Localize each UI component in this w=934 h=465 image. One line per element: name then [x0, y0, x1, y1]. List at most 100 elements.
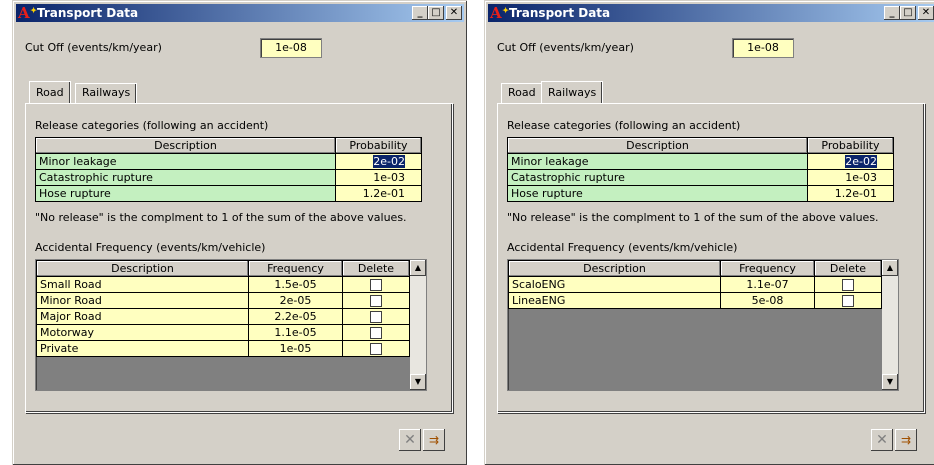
cutoff-label: Cut Off (events/km/year) — [497, 41, 634, 54]
frequency-cell[interactable]: 2e-05 — [248, 292, 343, 309]
delete-checkbox[interactable] — [842, 279, 854, 291]
vehicle-desc-cell[interactable]: Motorway — [36, 324, 249, 341]
delete-checkbox[interactable] — [370, 327, 382, 339]
vertical-scrollbar[interactable]: ▲ ▼ — [882, 260, 898, 390]
column-header-description[interactable]: Description — [35, 137, 336, 154]
title-bar[interactable]: A ✦ Transport Data _ □ ✕ — [16, 4, 464, 22]
minimize-icon[interactable]: _ — [884, 6, 900, 20]
scroll-up-icon[interactable]: ▲ — [410, 260, 426, 276]
selected-value[interactable]: 2e-02 — [845, 155, 877, 168]
column-header-frequency[interactable]: Frequency — [248, 260, 343, 277]
release-desc-cell[interactable]: Hose rupture — [507, 185, 808, 202]
table-row[interactable]: Minor leakage 2e-02 — [35, 153, 422, 170]
scroll-up-icon[interactable]: ▲ — [882, 260, 898, 276]
release-desc-cell[interactable]: Minor leakage — [35, 153, 336, 170]
close-icon[interactable]: ✕ — [446, 6, 462, 20]
table-row[interactable]: Minor leakage 2e-02 — [507, 153, 894, 170]
close-icon[interactable]: ✕ — [918, 6, 934, 20]
tab-road[interactable]: Road — [29, 81, 71, 103]
release-prob-cell[interactable]: 1e-03 — [807, 169, 894, 186]
frequency-cell[interactable]: 1.1e-07 — [720, 276, 815, 293]
frequency-cell[interactable]: 1e-05 — [248, 340, 343, 357]
table-row[interactable]: Motorway 1.1e-05 — [36, 324, 410, 341]
frequency-cell[interactable]: 1.5e-05 — [248, 276, 343, 293]
table-row[interactable]: Hose rupture 1.2e-01 — [35, 185, 422, 202]
delete-checkbox[interactable] — [370, 311, 382, 323]
column-header-delete[interactable]: Delete — [342, 260, 410, 277]
column-header-description[interactable]: Description — [508, 260, 721, 277]
tab-railways[interactable]: Railways — [75, 83, 138, 103]
release-desc-cell[interactable]: Catastrophic rupture — [507, 169, 808, 186]
table-row[interactable]: Hose rupture 1.2e-01 — [507, 185, 894, 202]
table-row[interactable]: Small Road 1.5e-05 — [36, 276, 410, 293]
column-header-description[interactable]: Description — [36, 260, 249, 277]
table-row[interactable]: Major Road 2.2e-05 — [36, 308, 410, 325]
frequency-cell[interactable]: 1.1e-05 — [248, 324, 343, 341]
column-header-probability[interactable]: Probability — [335, 137, 422, 154]
table-row[interactable]: Catastrophic rupture 1e-03 — [35, 169, 422, 186]
release-categories-label: Release categories (following an acciden… — [507, 119, 741, 132]
release-prob-cell[interactable]: 2e-02 — [335, 153, 422, 170]
cancel-button[interactable]: ✕ — [399, 429, 421, 451]
vehicle-desc-cell[interactable]: Private — [36, 340, 249, 357]
release-prob-cell[interactable]: 1.2e-01 — [807, 185, 894, 202]
column-header-probability[interactable]: Probability — [807, 137, 894, 154]
cutoff-label: Cut Off (events/km/year) — [25, 41, 162, 54]
release-prob-cell[interactable]: 2e-02 — [807, 153, 894, 170]
minimize-icon[interactable]: _ — [412, 6, 428, 20]
delete-cell — [342, 324, 410, 341]
maximize-icon[interactable]: □ — [900, 6, 916, 20]
delete-checkbox[interactable] — [370, 343, 382, 355]
release-prob-cell[interactable]: 1.2e-01 — [335, 185, 422, 202]
column-header-delete[interactable]: Delete — [814, 260, 882, 277]
table-row[interactable]: ScaloENG 1.1e-07 — [508, 276, 882, 293]
app-logo-icon: A ✦ — [490, 4, 509, 22]
release-prob-cell[interactable]: 1e-03 — [335, 169, 422, 186]
release-desc-cell[interactable]: Catastrophic rupture — [35, 169, 336, 186]
scroll-down-icon[interactable]: ▼ — [410, 374, 426, 390]
column-header-frequency[interactable]: Frequency — [720, 260, 815, 277]
table-row[interactable]: Catastrophic rupture 1e-03 — [507, 169, 894, 186]
frequency-cell[interactable]: 5e-08 — [720, 292, 815, 309]
maximize-icon[interactable]: □ — [428, 6, 444, 20]
delete-cell — [342, 340, 410, 357]
transport-data-window-road: A ✦ Transport Data _ □ ✕ Cut Off (events/… — [12, 0, 467, 465]
tab-road[interactable]: Road — [501, 83, 543, 103]
table-row[interactable]: Minor Road 2e-05 — [36, 292, 410, 309]
vehicle-desc-cell[interactable]: LineaENG — [508, 292, 721, 309]
delete-checkbox[interactable] — [370, 295, 382, 307]
apply-arrow-icon: ⇉ — [900, 433, 912, 447]
delete-checkbox[interactable] — [370, 279, 382, 291]
scroll-down-icon[interactable]: ▼ — [882, 374, 898, 390]
cutoff-input[interactable]: 1e-08 — [260, 38, 322, 58]
table-row[interactable]: Private 1e-05 — [36, 340, 410, 357]
cancel-button[interactable]: ✕ — [871, 429, 893, 451]
delete-cell — [342, 308, 410, 325]
transport-data-window-railways: A ✦ Transport Data _ □ ✕ Cut Off (events/… — [484, 0, 934, 465]
vehicle-desc-cell[interactable]: Major Road — [36, 308, 249, 325]
vehicle-desc-cell[interactable]: ScaloENG — [508, 276, 721, 293]
cutoff-input[interactable]: 1e-08 — [732, 38, 794, 58]
title-bar[interactable]: A ✦ Transport Data _ □ ✕ — [488, 4, 934, 22]
delete-cell — [814, 292, 882, 309]
frequency-cell[interactable]: 2.2e-05 — [248, 308, 343, 325]
no-release-note: "No release" is the complment to 1 of th… — [35, 211, 407, 224]
release-desc-cell[interactable]: Hose rupture — [35, 185, 336, 202]
vehicle-desc-cell[interactable]: Small Road — [36, 276, 249, 293]
release-table: Description Probability Minor leakage 2e… — [35, 137, 422, 202]
accidental-frequency-grid: Description Frequency Delete Small Road … — [35, 259, 427, 391]
delete-cell — [814, 276, 882, 293]
table-row[interactable]: LineaENG 5e-08 — [508, 292, 882, 309]
delete-checkbox[interactable] — [842, 295, 854, 307]
apply-button[interactable]: ⇉ — [423, 429, 445, 451]
vehicle-desc-cell[interactable]: Minor Road — [36, 292, 249, 309]
release-desc-cell[interactable]: Minor leakage — [507, 153, 808, 170]
delete-cell — [342, 276, 410, 293]
accidental-frequency-grid: Description Frequency Delete ScaloENG 1.… — [507, 259, 899, 391]
tab-railways[interactable]: Railways — [541, 81, 604, 103]
apply-button[interactable]: ⇉ — [895, 429, 917, 451]
column-header-description[interactable]: Description — [507, 137, 808, 154]
vertical-scrollbar[interactable]: ▲ ▼ — [410, 260, 426, 390]
selected-value[interactable]: 2e-02 — [373, 155, 405, 168]
window-title: Transport Data — [37, 6, 139, 20]
